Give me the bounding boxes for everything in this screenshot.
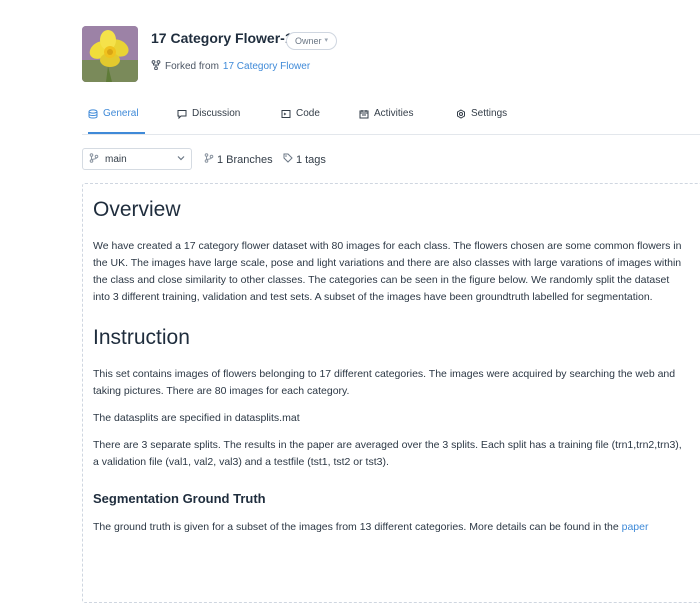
overview-heading: Overview <box>93 198 181 221</box>
tags-label: tags <box>305 153 326 166</box>
tab-label: Activities <box>374 108 414 119</box>
tab-general[interactable]: General <box>88 108 145 134</box>
instruction-paragraph: The datasplits are specified in dataspli… <box>93 412 300 424</box>
instruction-heading: Instruction <box>93 326 190 349</box>
instruction-paragraph: There are 3 separate splits. The results… <box>93 439 682 468</box>
segmentation-paragraph: The ground truth is given for a subset o… <box>93 519 689 536</box>
code-icon <box>281 108 291 122</box>
branches-count: 1 <box>217 153 224 166</box>
tags-count: 1 <box>296 153 303 166</box>
forked-prefix: Forked from <box>165 61 219 72</box>
owner-badge-label: Owner <box>295 36 322 46</box>
fork-icon <box>151 60 161 73</box>
branch-icon <box>89 152 99 166</box>
tab-label: Discussion <box>192 108 241 119</box>
forked-from: Forked from 17 Category Flower <box>151 60 310 73</box>
tab-settings[interactable]: Settings <box>456 108 507 134</box>
discussion-icon <box>177 108 187 122</box>
readme-content: Overview We have created a 17 category f… <box>93 196 689 546</box>
tab-discussion[interactable]: Discussion <box>177 108 240 134</box>
tab-code[interactable]: Code <box>281 108 320 134</box>
chevron-down-icon <box>177 154 185 165</box>
chevron-down-icon: ▾ <box>324 37 329 44</box>
tab-label: Settings <box>471 108 508 119</box>
branch-select[interactable]: main <box>82 148 192 170</box>
branches-link[interactable]: 1 Branches <box>204 153 273 166</box>
tab-label: General <box>103 108 139 119</box>
activities-icon <box>359 108 369 122</box>
segmentation-heading: Segmentation Ground Truth <box>93 491 266 506</box>
branch-icon <box>204 153 214 166</box>
branches-label: Branches <box>226 153 273 166</box>
repo-tabs: General Discussion Code Activities Setti… <box>82 102 700 135</box>
tag-icon <box>283 153 293 166</box>
tab-activities[interactable]: Activities <box>359 108 413 134</box>
forked-source-link[interactable]: 17 Category Flower <box>223 61 310 72</box>
settings-icon <box>456 108 466 122</box>
instruction-paragraph: This set contains images of flowers belo… <box>93 368 676 397</box>
repo-thumbnail <box>82 26 138 82</box>
paper-link[interactable]: paper <box>622 521 649 533</box>
segmentation-text: The ground truth is given for a subset o… <box>93 521 619 533</box>
branch-select-value: main <box>105 153 127 165</box>
owner-badge[interactable]: Owner ▾ <box>286 32 338 50</box>
overview-text: We have created a 17 category flower dat… <box>93 240 682 303</box>
general-icon <box>88 108 98 122</box>
tags-link[interactable]: 1 tags <box>283 153 326 166</box>
tab-label: Code <box>296 108 320 119</box>
repo-title: 17 Category Flower-1 <box>151 30 293 46</box>
